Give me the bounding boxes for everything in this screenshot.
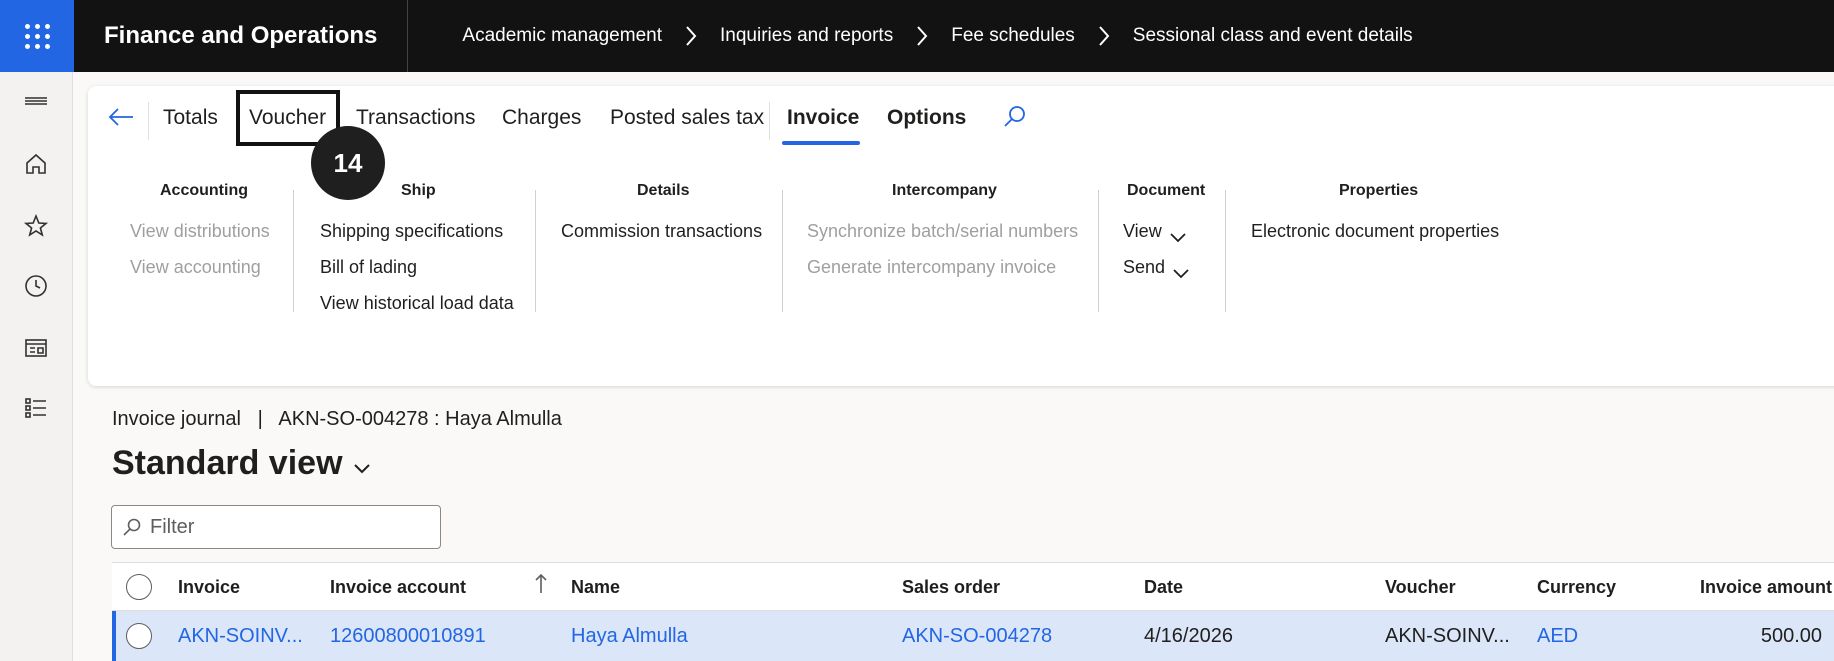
group-divider <box>782 190 783 312</box>
tab-posted-sales-tax[interactable]: Posted sales tax <box>610 106 764 130</box>
group-divider <box>1225 190 1226 312</box>
view-selector[interactable]: Standard view <box>112 444 371 483</box>
tab-voucher[interactable]: Voucher <box>249 106 326 130</box>
view-accounting-button: View accounting <box>130 257 261 277</box>
chevron-down-icon <box>1173 263 1189 279</box>
cell-name[interactable]: Haya Almulla <box>571 625 688 648</box>
tab-transactions[interactable]: Transactions <box>356 106 475 130</box>
cell-date: 4/16/2026 <box>1144 625 1233 647</box>
group-title-details: Details <box>637 182 690 199</box>
cell-invoice[interactable]: AKN-SOINV... <box>178 625 303 648</box>
group-divider <box>535 190 536 312</box>
group-title-accounting: Accounting <box>160 182 248 199</box>
column-header-invoice-amount[interactable]: Invoice amount <box>1700 577 1832 598</box>
back-arrow-icon[interactable] <box>106 102 136 132</box>
cell-voucher: AKN-SOINV... <box>1385 625 1510 647</box>
group-title-properties: Properties <box>1339 182 1419 199</box>
shipping-specifications-button[interactable]: Shipping specifications <box>320 221 503 242</box>
breadcrumb-fee-schedules[interactable]: Fee schedules <box>951 25 1075 47</box>
cell-currency[interactable]: AED <box>1537 625 1578 648</box>
table-row[interactable]: AKN-SOINV... 12600800010891 Haya Almulla… <box>112 611 1834 661</box>
column-header-invoice-account[interactable]: Invoice account <box>330 577 466 598</box>
divider <box>148 102 149 140</box>
recent-clock-icon[interactable] <box>20 270 52 302</box>
cell-invoice-amount: 500.00 <box>1760 625 1822 647</box>
view-dropdown-label: View <box>1123 221 1162 241</box>
view-distributions-button: View distributions <box>130 221 270 241</box>
select-all-radio[interactable] <box>126 574 152 600</box>
electronic-document-properties-button[interactable]: Electronic document properties <box>1251 221 1499 242</box>
commission-transactions-button[interactable]: Commission transactions <box>561 221 762 242</box>
home-icon[interactable] <box>20 148 52 180</box>
group-title-intercompany: Intercompany <box>892 182 997 199</box>
send-dropdown-button[interactable]: Send <box>1123 257 1189 279</box>
row-select-radio[interactable] <box>126 623 152 649</box>
app-title[interactable]: Finance and Operations <box>74 0 409 72</box>
cell-sales-order[interactable]: AKN-SO-004278 <box>902 625 1052 648</box>
app-launcher-waffle-icon[interactable] <box>0 0 74 72</box>
chevron-right-icon <box>915 25 929 47</box>
breadcrumb-inquiries-and-reports[interactable]: Inquiries and reports <box>720 25 893 47</box>
active-tab-indicator <box>782 141 860 145</box>
hamburger-menu-icon[interactable] <box>20 88 52 120</box>
invoice-journal-grid: Invoice Invoice account Name Sales order… <box>112 562 1834 661</box>
left-navigation-pane <box>0 72 73 661</box>
chevron-down-icon <box>1170 227 1186 243</box>
grid-header-row: Invoice Invoice account Name Sales order… <box>112 563 1834 611</box>
chevron-right-icon <box>684 25 698 47</box>
workspaces-icon[interactable] <box>20 332 52 364</box>
view-dropdown-button[interactable]: View <box>1123 221 1186 243</box>
breadcrumb-academic-management[interactable]: Academic management <box>462 25 662 47</box>
bill-of-lading-button[interactable]: Bill of lading <box>320 257 417 278</box>
column-header-name[interactable]: Name <box>571 577 620 598</box>
cell-invoice-account[interactable]: 12600800010891 <box>330 625 486 648</box>
filter-input[interactable] <box>150 515 430 539</box>
sort-ascending-icon[interactable] <box>534 573 548 595</box>
top-bar: Finance and Operations Academic manageme… <box>0 0 1834 72</box>
step-number-badge: 14 <box>311 126 385 200</box>
group-title-ship: Ship <box>401 182 436 199</box>
synchronize-batch-serial-numbers-button: Synchronize batch/serial numbers <box>807 221 1079 241</box>
generate-intercompany-invoice-button: Generate intercompany invoice <box>807 257 1057 277</box>
divider <box>769 102 770 140</box>
filter-search-icon <box>123 518 141 536</box>
view-historical-load-data-button[interactable]: View historical load data <box>320 293 514 314</box>
send-dropdown-label: Send <box>1123 257 1166 277</box>
group-divider <box>293 190 294 312</box>
chevron-down-icon <box>353 463 370 473</box>
group-divider <box>1098 190 1099 312</box>
view-name: Standard view <box>112 444 343 482</box>
column-header-invoice[interactable]: Invoice <box>178 577 240 598</box>
column-header-voucher[interactable]: Voucher <box>1385 577 1456 598</box>
breadcrumb-sessional-class-and-event-details[interactable]: Sessional class and event details <box>1133 25 1413 47</box>
chevron-right-icon <box>1097 25 1111 47</box>
tab-invoice[interactable]: Invoice <box>787 106 859 130</box>
favorites-star-icon[interactable] <box>20 210 52 242</box>
tab-charges[interactable]: Charges <box>502 106 581 130</box>
group-title-document: Document <box>1127 182 1206 199</box>
column-header-currency[interactable]: Currency <box>1537 577 1616 598</box>
modules-list-icon[interactable] <box>20 392 52 424</box>
action-pane: Totals Voucher Transactions Charges Post… <box>88 86 1834 386</box>
column-header-sales-order[interactable]: Sales order <box>902 577 1000 598</box>
tab-totals[interactable]: Totals <box>163 106 218 130</box>
search-icon[interactable] <box>1002 104 1028 130</box>
filter-box[interactable] <box>111 505 441 549</box>
page-caption: Invoice journal | AKN-SO-004278 : Haya A… <box>112 408 562 430</box>
column-header-date[interactable]: Date <box>1144 577 1183 598</box>
breadcrumb: Academic management Inquiries and report… <box>462 25 1412 47</box>
tab-options[interactable]: Options <box>887 106 966 130</box>
